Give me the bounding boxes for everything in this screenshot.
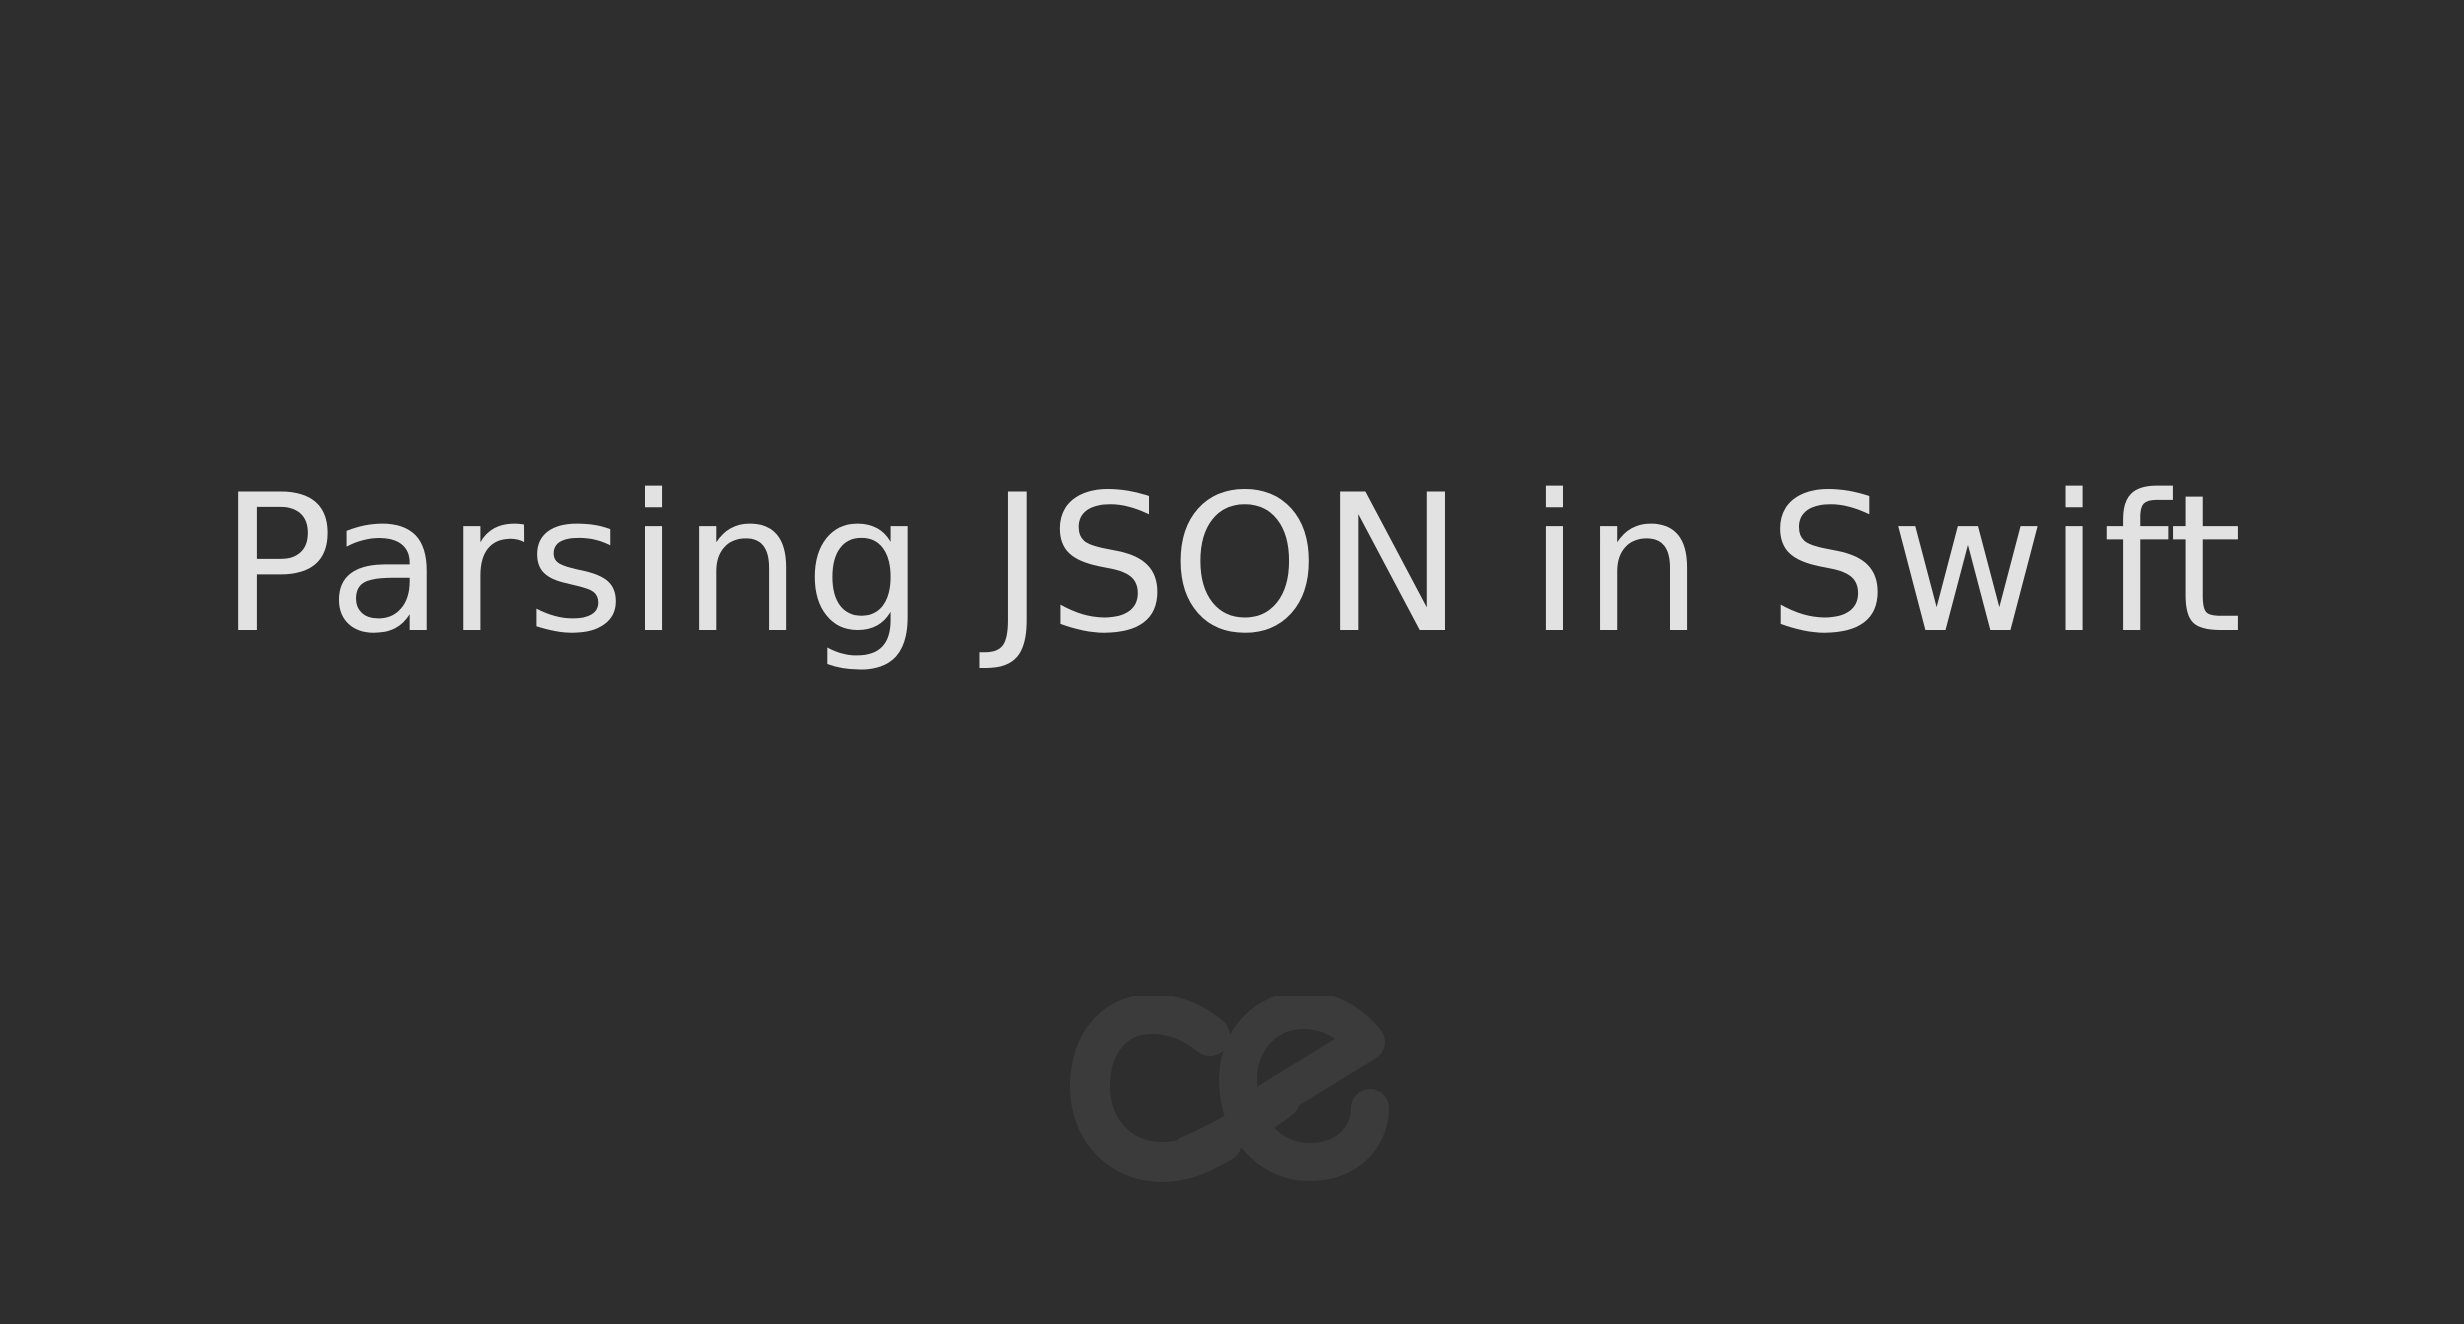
slide-title: Parsing JSON in Swift xyxy=(219,454,2245,675)
ce-logo-icon xyxy=(1070,996,1400,1186)
title-slide: Parsing JSON in Swift xyxy=(0,0,2464,1324)
